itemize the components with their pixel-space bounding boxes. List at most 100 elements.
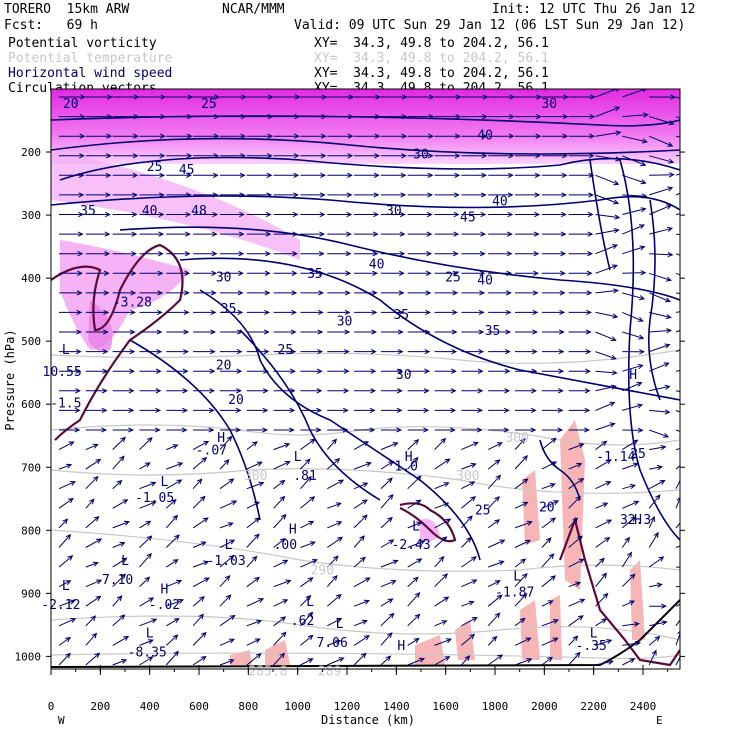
wind-vector	[273, 495, 286, 509]
pv_labels-label: -1.03	[207, 554, 246, 569]
wind-vector	[246, 270, 271, 276]
wind-vector	[488, 368, 511, 374]
x-tick-label: 200	[90, 700, 110, 713]
wind-vector	[353, 577, 371, 588]
wind-vector	[85, 515, 100, 529]
wind-vector	[649, 464, 664, 471]
wind-vector	[434, 427, 456, 433]
wind-vector	[675, 522, 680, 529]
upper_pv_labels-label: 40	[142, 204, 158, 219]
upper_pv_labels-label: 30	[541, 97, 557, 112]
wind-vector	[541, 192, 568, 198]
wind-vector	[675, 292, 680, 295]
pv_labels-label: .81	[293, 469, 316, 484]
wind-vector	[300, 577, 314, 588]
wind-vector	[514, 539, 531, 548]
wind-vector	[568, 231, 594, 237]
x-tick-label: 2000	[531, 700, 558, 713]
wind-vector	[220, 348, 243, 355]
wind-vector	[568, 407, 591, 414]
wind-vector	[649, 444, 667, 451]
pv_labels-label: L	[336, 617, 344, 632]
wind-vector	[327, 329, 351, 335]
wind-vector	[246, 388, 269, 394]
wind-vector	[193, 427, 215, 433]
wind_speed_labels-label: 35	[393, 308, 409, 323]
wind-vector	[139, 576, 151, 588]
wind-vector	[166, 427, 188, 433]
wind-vector	[85, 407, 108, 414]
wind-vector	[273, 579, 292, 588]
wind-vector	[85, 652, 101, 666]
pv_labels-label: L	[513, 570, 521, 585]
wind-vector	[112, 595, 123, 607]
wind-vector	[541, 437, 557, 450]
wind-vector	[649, 272, 672, 282]
wind-vector	[541, 575, 556, 588]
wind-vector	[488, 348, 511, 355]
wind_speed_labels-label: 40	[369, 258, 385, 273]
wind-vector	[192, 541, 207, 548]
upper_pv_labels-label: 40	[492, 195, 508, 210]
wind-vector	[675, 545, 680, 548]
wind-vector	[407, 309, 432, 316]
wind-vector	[461, 495, 476, 509]
wind-vector	[354, 427, 376, 433]
wind-vector	[59, 388, 81, 394]
wind-vector	[487, 539, 506, 548]
wind-vector	[193, 329, 217, 335]
wind-vector	[300, 541, 316, 548]
wind-vector	[541, 483, 556, 490]
wind-vector	[246, 576, 261, 588]
wind-vector	[675, 409, 680, 413]
wind-vector	[434, 596, 450, 607]
wind-vector	[139, 309, 163, 316]
wind-vector	[675, 390, 680, 392]
pv_labels-label: L	[306, 595, 314, 610]
wind-vector	[58, 518, 69, 529]
wind-vector	[622, 483, 636, 490]
wind-vector	[434, 482, 450, 490]
wind-vector	[246, 172, 273, 178]
wind-vector	[515, 329, 539, 335]
wind-vector	[488, 388, 511, 394]
y-tick-label: 1000	[15, 650, 42, 663]
wind-vector	[112, 368, 135, 374]
wind-vector	[354, 329, 378, 335]
wind-vector	[595, 440, 608, 450]
wind_speed_labels-label: 30	[216, 270, 232, 285]
wind-vector	[59, 329, 82, 335]
wind-vector	[488, 407, 510, 414]
wind-vector	[487, 519, 501, 529]
wind-vector	[166, 329, 190, 335]
pv_labels-label: -.02	[149, 598, 180, 613]
wind-vector	[380, 632, 393, 646]
endpoint-west: W	[58, 714, 65, 727]
wind-vector	[648, 556, 665, 568]
wind-vector	[568, 290, 593, 296]
wind-vector	[300, 658, 314, 666]
wind-vector	[353, 599, 370, 607]
wind-vector	[461, 515, 473, 529]
wind-vector	[380, 407, 403, 414]
wind-vector	[649, 252, 674, 258]
wind-vector	[461, 290, 486, 296]
wind-vector	[112, 388, 135, 394]
wind-vector	[192, 631, 207, 646]
wind-vector	[675, 272, 680, 276]
x-tick-label: 2400	[630, 700, 657, 713]
wind-vector	[595, 401, 616, 411]
wind-vector	[58, 481, 77, 490]
wind-vector	[300, 192, 326, 198]
wind-vector	[85, 595, 102, 607]
wind-vector	[353, 514, 368, 529]
wind-vector	[354, 172, 380, 178]
wind-vector	[675, 448, 680, 451]
wind-vector	[622, 381, 643, 392]
pv_labels-label: L	[161, 475, 169, 490]
wind-vector	[407, 348, 431, 355]
wind-vector	[300, 329, 324, 335]
wind-vector	[327, 407, 349, 414]
wind-vector	[568, 211, 594, 218]
endpoint-east: E	[656, 714, 663, 727]
